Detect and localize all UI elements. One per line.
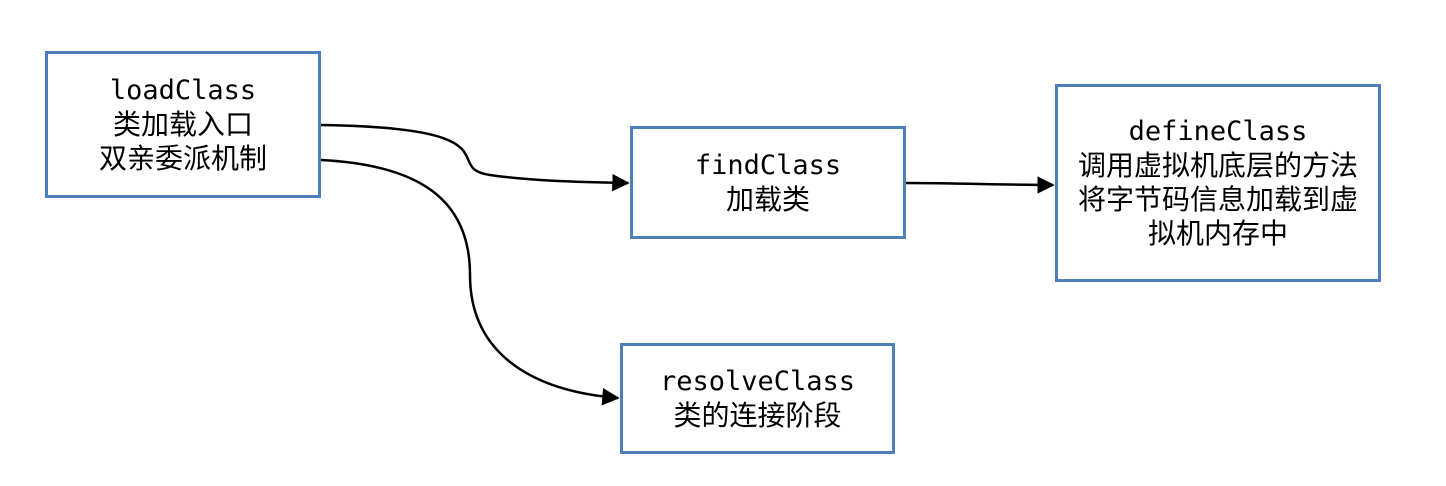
find-class-desc-1: 加载类 <box>725 182 810 216</box>
define-class-desc-3: 拟机内存中 <box>1147 217 1288 250</box>
define-class-desc-2: 将字节码信息加载到虚 <box>1077 183 1358 216</box>
resolve-class-method: resolveClass <box>659 365 856 397</box>
load-class-box: loadClass 类加载入口 双亲委派机制 <box>45 51 321 198</box>
load-class-desc-1: 类加载入口 <box>112 107 253 141</box>
resolve-class-desc-1: 类的连接阶段 <box>673 398 842 432</box>
define-class-desc-1: 调用虚拟机底层的方法 <box>1077 149 1358 182</box>
edge-find-to-define <box>905 176 1055 194</box>
resolve-class-box: resolveClass 类的连接阶段 <box>620 343 895 454</box>
find-class-box: findClass 加载类 <box>630 126 906 239</box>
load-class-method: loadClass <box>109 74 257 106</box>
load-class-desc-2: 双亲委派机制 <box>98 141 267 175</box>
edge-load-to-find <box>320 123 630 192</box>
define-class-method: defineClass <box>1128 116 1308 147</box>
define-class-box: defineClass 调用虚拟机底层的方法 将字节码信息加载到虚 拟机内存中 <box>1055 84 1381 282</box>
edge-load-to-resolve <box>320 158 620 406</box>
find-class-method: findClass <box>694 149 842 181</box>
